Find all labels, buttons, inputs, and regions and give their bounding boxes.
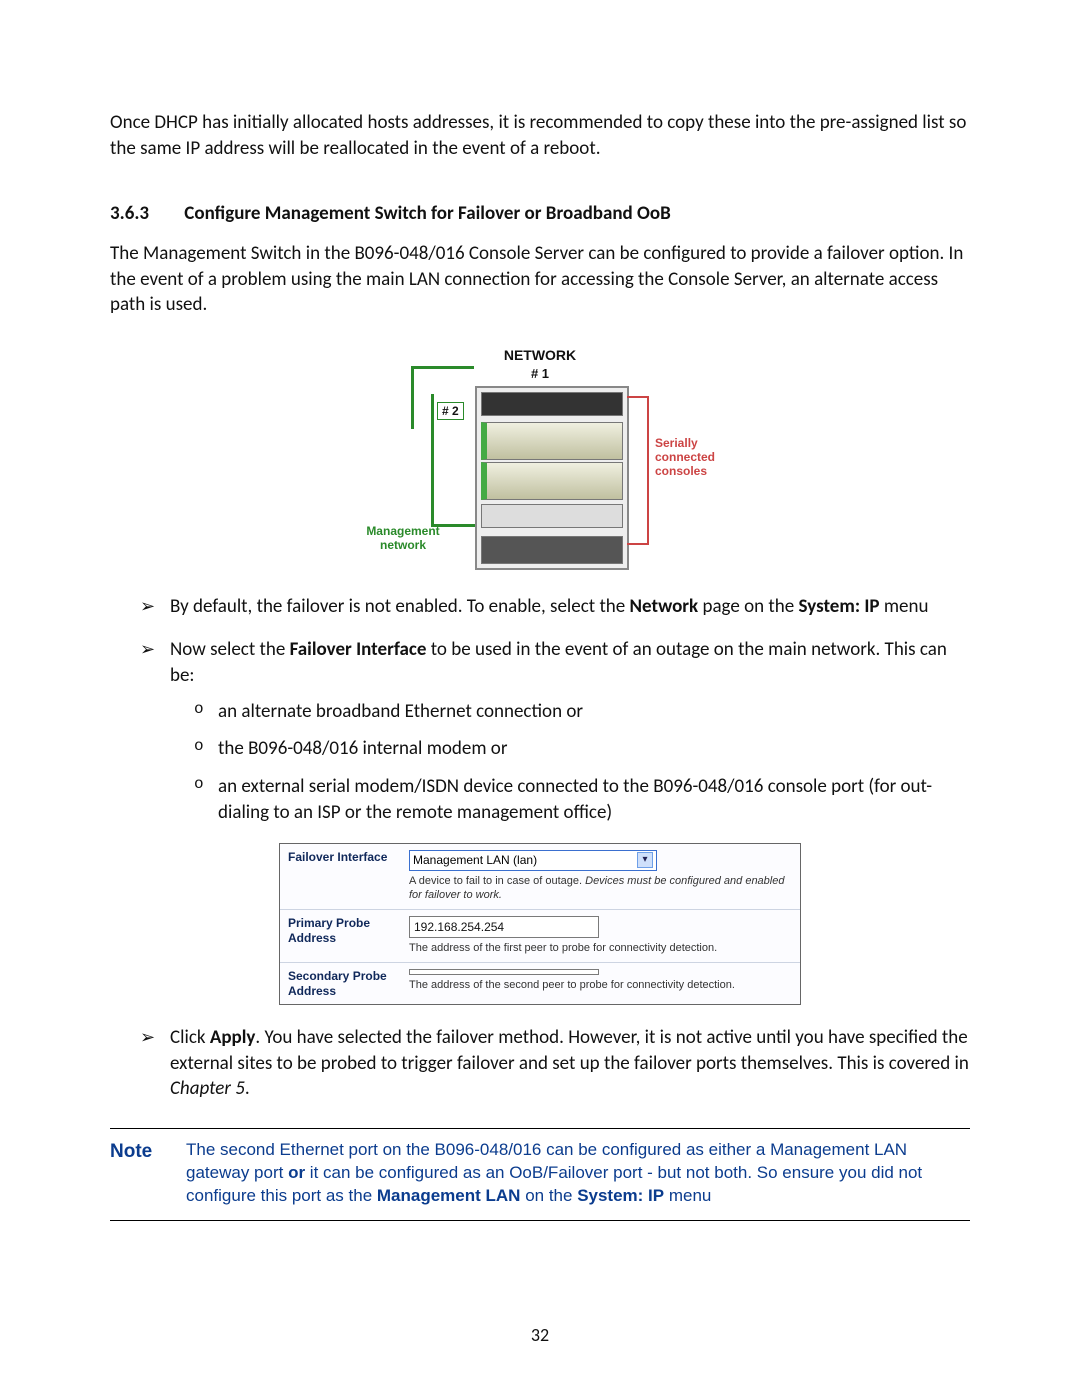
failover-interface-select[interactable]: Management LAN (lan) ▾	[409, 850, 657, 870]
bullet-1: By default, the failover is not enabled.…	[170, 594, 970, 620]
rack-net1-label: # 1	[325, 365, 755, 383]
section-heading: 3.6.3 Configure Management Switch for Fa…	[110, 201, 970, 227]
primary-probe-help: The address of the first peer to probe f…	[409, 941, 792, 956]
bullet-2-sub-1: an alternate broadband Ethernet connecti…	[218, 699, 970, 725]
failover-interface-value: Management LAN (lan)	[413, 852, 537, 868]
rack-serial-label: Serially connected consoles	[655, 436, 755, 478]
rack-title: NETWORK	[325, 346, 755, 365]
primary-probe-label: Primary Probe Address	[288, 916, 409, 945]
section-number: 3.6.3	[110, 201, 180, 227]
bullet-2-sub-3: an external serial modem/ISDN device con…	[218, 774, 970, 825]
section-paragraph: The Management Switch in the B096-048/01…	[110, 241, 970, 318]
primary-probe-input[interactable]: 192.168.254.254	[409, 916, 599, 938]
bullet-2: Now select the Failover Interface to be …	[170, 637, 970, 825]
section-title: Configure Management Switch for Failover…	[184, 202, 670, 225]
secondary-probe-input[interactable]	[409, 969, 599, 975]
note-block: Note The second Ethernet port on the B09…	[110, 1128, 970, 1221]
note-tag: Note	[110, 1139, 186, 1208]
bullet-3: Click Apply. You have selected the failo…	[170, 1025, 970, 1102]
failover-interface-label: Failover Interface	[288, 850, 409, 864]
rack-net2-label: # 2	[437, 402, 464, 420]
chevron-down-icon: ▾	[637, 852, 653, 868]
secondary-probe-label: Secondary Probe Address	[288, 969, 409, 998]
secondary-probe-help: The address of the second peer to probe …	[409, 978, 792, 993]
failover-form-figure: Failover Interface Management LAN (lan) …	[279, 843, 801, 1005]
failover-interface-help: A device to fail to in case of outage. D…	[409, 874, 792, 904]
network-rack-figure: NETWORK # 1 # 2 Serially connected conso…	[325, 346, 755, 576]
intro-paragraph: Once DHCP has initially allocated hosts …	[110, 110, 970, 161]
rack-mgmt-label: Management network	[353, 524, 453, 552]
note-body: The second Ethernet port on the B096-048…	[186, 1139, 970, 1208]
bullet-2-sub-2: the B096-048/016 internal modem or	[218, 736, 970, 762]
page-number: 32	[0, 1323, 1080, 1347]
